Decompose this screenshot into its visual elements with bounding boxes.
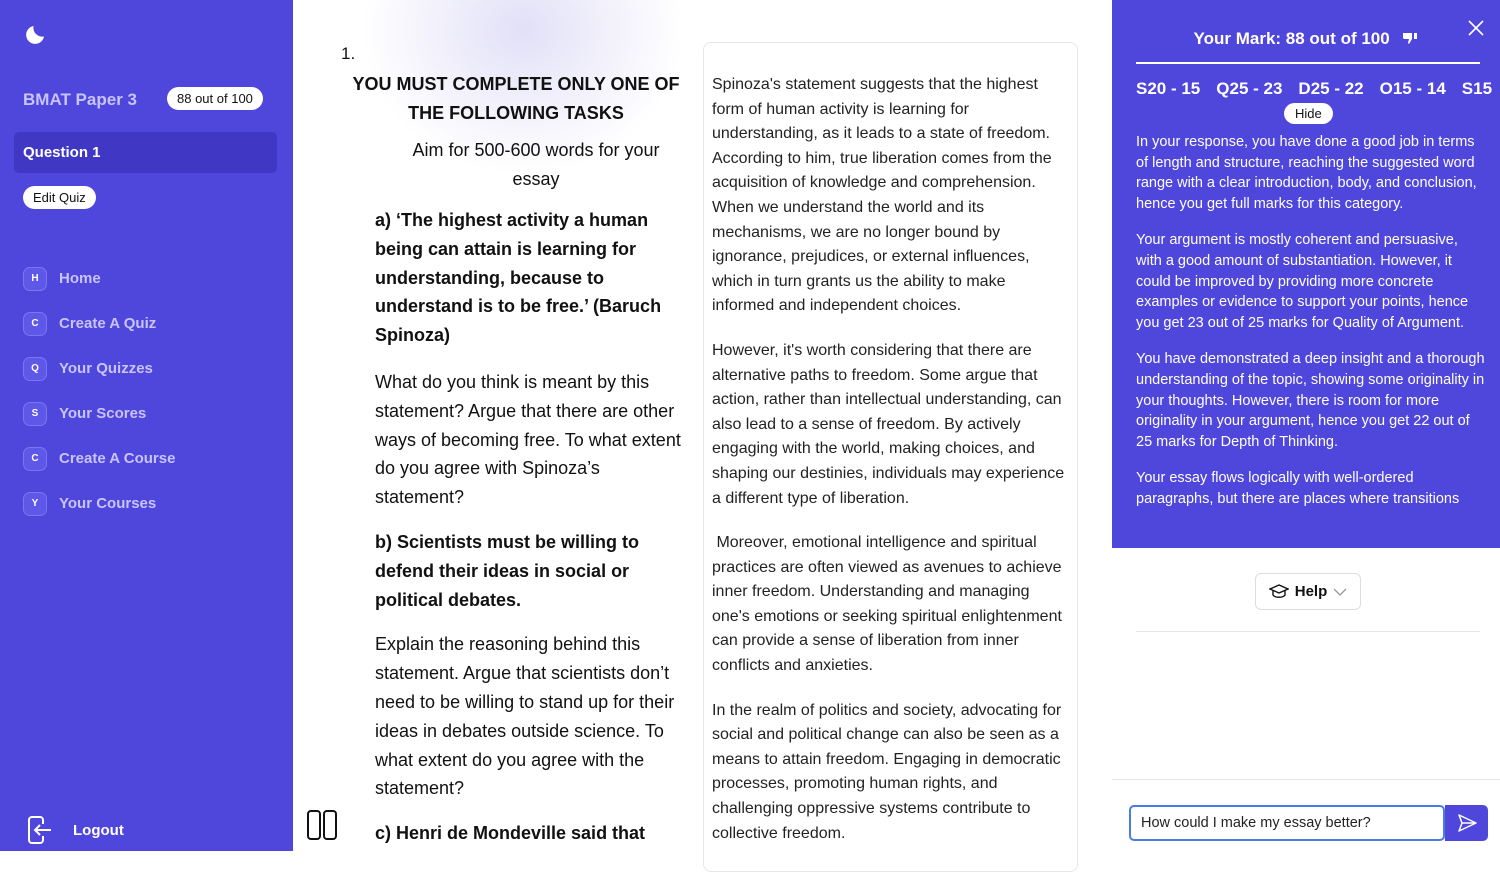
- feedback-box: Your Mark: 88 out of 100 S20 - 15 Q25 - 2…: [1112, 0, 1500, 548]
- nav-item-create-quiz[interactable]: C Create A Quiz: [23, 301, 175, 346]
- question-1-item[interactable]: Question 1: [14, 132, 277, 173]
- nav-item-your-scores[interactable]: S Your Scores: [23, 391, 175, 436]
- send-button[interactable]: [1445, 805, 1488, 841]
- feedback-paragraph: Your argument is mostly coherent and per…: [1136, 232, 1469, 331]
- nav-label: Create A Course: [59, 450, 176, 467]
- scores-icon: S: [23, 401, 47, 426]
- close-icon[interactable]: [1468, 20, 1484, 36]
- category-score: S15: [1461, 79, 1493, 98]
- courses-icon: Y: [23, 491, 47, 516]
- graduation-cap-icon: [1268, 583, 1289, 598]
- question-panel: 1. YOU MUST COMPLETE ONLY ONE OF THE FOL…: [341, 44, 691, 848]
- logout-button[interactable]: Logout: [27, 815, 124, 845]
- task-a-prompt: What do you think is meant by this state…: [375, 371, 681, 508]
- feedback-panel: Your Mark: 88 out of 100 S20 - 15 Q25 - 2…: [1112, 0, 1500, 851]
- help-dropdown[interactable]: Help: [1255, 573, 1361, 610]
- panel-toggle-icon[interactable]: [307, 810, 337, 840]
- essay-paragraph: Spinoza's statement suggests that the hi…: [712, 76, 1052, 315]
- nav-label: Create A Quiz: [59, 315, 157, 332]
- divider: [1112, 779, 1500, 780]
- hide-button[interactable]: Hide: [1284, 103, 1333, 124]
- task-c: c) Henri de Mondeville said that: [375, 823, 646, 844]
- feedback-text: In your response, you have done a good j…: [1136, 132, 1486, 526]
- category-score: O15 - 14: [1379, 79, 1446, 98]
- sidebar: BMAT Paper 3 88 out of 100 Question 1 Ed…: [0, 0, 293, 851]
- quiz-title: BMAT Paper 3: [23, 90, 137, 109]
- question-number: 1.: [341, 44, 356, 63]
- send-icon: [1457, 814, 1477, 832]
- essay-answer[interactable]: Spinoza's statement suggests that the hi…: [703, 42, 1078, 872]
- logout-icon: [28, 816, 51, 844]
- mark-text: Your Mark: 88 out of 100: [1193, 29, 1390, 48]
- divider: [1136, 62, 1480, 64]
- nav-item-home[interactable]: H Home: [23, 256, 175, 301]
- mark-title: Your Mark: 88 out of 100: [1112, 29, 1500, 49]
- essay-paragraph: Moreover, emotional intelligence and spi…: [712, 534, 1067, 675]
- essay-paragraph: However, it's worth considering that the…: [712, 341, 1065, 507]
- nav-item-create-course[interactable]: C Create A Course: [23, 436, 175, 481]
- nav-menu: H Home C Create A Quiz Q Your Quizzes S Your…: [23, 256, 175, 526]
- feedback-paragraph: In your response, you have done a good j…: [1136, 134, 1477, 212]
- task-b: b) Scientists must be willing to defend …: [375, 531, 640, 610]
- category-score: D25 - 22: [1298, 79, 1364, 98]
- score-badge: 88 out of 100: [167, 87, 263, 110]
- chevron-down-icon: [1333, 588, 1347, 596]
- question-heading: YOU MUST COMPLETE ONLY ONE OF THE FOLLOW…: [352, 74, 680, 123]
- help-label: Help: [1294, 583, 1328, 600]
- edit-quiz-button[interactable]: Edit Quiz: [23, 186, 96, 209]
- nav-label: Your Courses: [59, 495, 157, 512]
- feedback-paragraph: Your essay flows logically with well-ord…: [1136, 470, 1460, 507]
- create-quiz-icon: C: [23, 311, 47, 336]
- category-score: S20 - 15: [1136, 79, 1201, 98]
- category-score: Q25 - 23: [1216, 79, 1283, 98]
- nav-label: Home: [59, 270, 101, 287]
- moon-icon[interactable]: [24, 22, 48, 46]
- divider: [1136, 631, 1480, 632]
- task-b-prompt: Explain the reasoning behind this statem…: [375, 634, 675, 799]
- home-icon: H: [23, 266, 47, 291]
- feedback-paragraph: You have demonstrated a deep insight and…: [1136, 351, 1485, 450]
- essay-paragraph: In the realm of politics and society, ad…: [712, 701, 1062, 842]
- question-aim: Aim for 500-600 words for your essay: [412, 140, 660, 189]
- chat-input[interactable]: [1129, 805, 1445, 841]
- task-a: a) ‘The highest activity a human being c…: [375, 210, 662, 346]
- nav-item-your-courses[interactable]: Y Your Courses: [23, 481, 175, 526]
- nav-item-your-quizzes[interactable]: Q Your Quizzes: [23, 346, 175, 391]
- category-scores: S20 - 15 Q25 - 23 D25 - 22 O15 - 14 S15: [1136, 79, 1500, 99]
- nav-label: Your Quizzes: [59, 360, 153, 377]
- main-content: 1. YOU MUST COMPLETE ONLY ONE OF THE FOL…: [293, 0, 1112, 872]
- nav-label: Your Scores: [59, 405, 147, 422]
- quizzes-icon: Q: [23, 356, 47, 381]
- create-course-icon: C: [23, 446, 47, 471]
- logout-label: Logout: [73, 821, 124, 839]
- thumbs-down-icon[interactable]: [1402, 31, 1418, 45]
